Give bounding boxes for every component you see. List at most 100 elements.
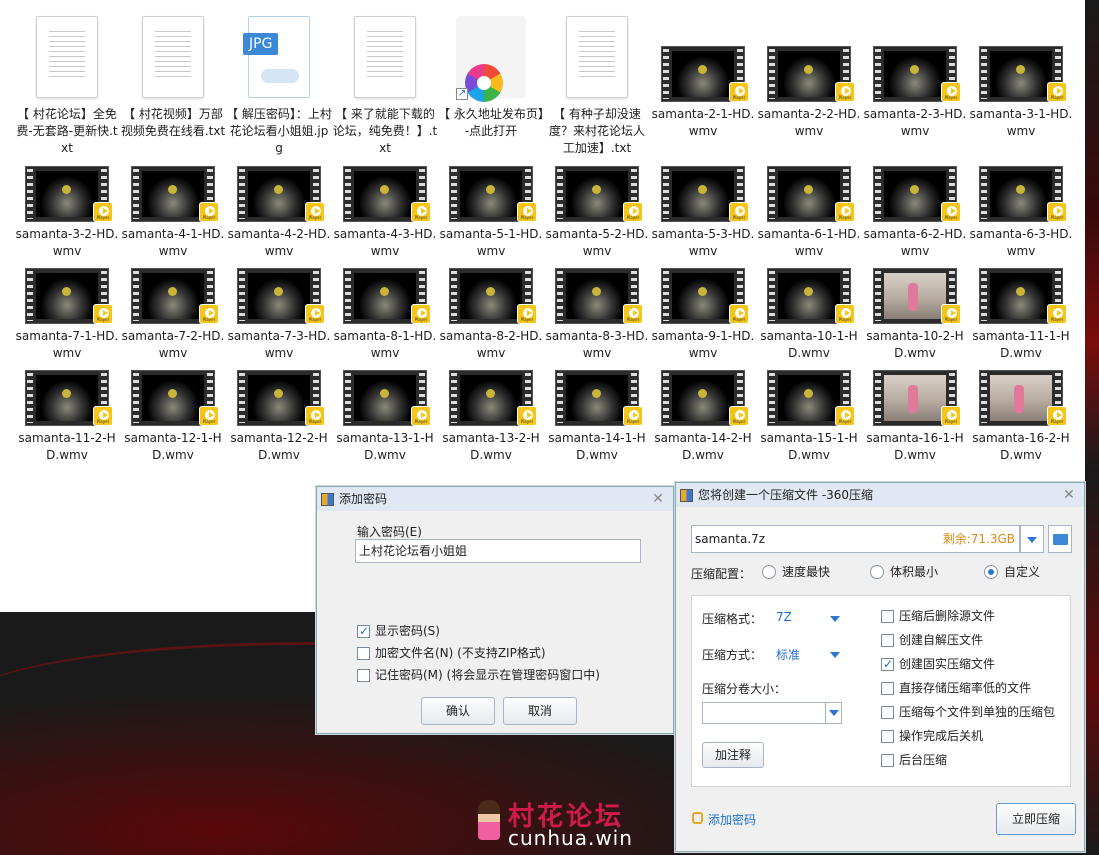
text-file-icon	[14, 16, 120, 102]
method-value: 标准	[776, 648, 801, 662]
video-file-item[interactable]: Player samanta-6-2-HD.wmv	[862, 166, 968, 260]
custom-radio[interactable]: 自定义	[984, 564, 1040, 580]
video-file-item[interactable]: Player samanta-4-3-HD.wmv	[332, 166, 438, 260]
video-file-item[interactable]: Player samanta-14-1-HD.wmv	[544, 370, 650, 464]
video-thumbnail: Player	[763, 370, 855, 426]
video-file-item[interactable]: Player samanta-4-2-HD.wmv	[226, 166, 332, 260]
video-file-item[interactable]: Player samanta-13-2-HD.wmv	[438, 370, 544, 464]
split-dropdown-button[interactable]	[825, 703, 841, 723]
video-file-item[interactable]: Player samanta-15-1-HD.wmv	[756, 370, 862, 464]
player-badge-label: Player	[202, 317, 216, 322]
video-thumbnail: Player	[21, 268, 113, 324]
compress-now-button[interactable]: 立即压缩	[996, 803, 1076, 835]
dialog-title: 您将创建一个压缩文件 -360压缩	[698, 488, 874, 502]
video-thumbnail: Player	[763, 268, 855, 324]
video-file-item[interactable]: Player samanta-4-1-HD.wmv	[120, 166, 226, 260]
video-file-item[interactable]: Player samanta-9-1-HD.wmv	[650, 268, 756, 362]
file-name: samanta-15-1-HD.wmv	[760, 431, 858, 462]
confirm-button[interactable]: 确认	[421, 697, 495, 725]
player-badge-label: Player	[202, 419, 216, 424]
archive-filename-input[interactable]: samanta.7z 剩余:71.3GB	[691, 525, 1020, 553]
video-file-item[interactable]: Player samanta-7-2-HD.wmv	[120, 268, 226, 362]
file-item[interactable]: ↗ 【 永久地址发布页】-点此打开	[438, 16, 544, 140]
video-file-item[interactable]: Player samanta-8-3-HD.wmv	[544, 268, 650, 362]
player-badge-icon: Player	[305, 406, 325, 426]
chevron-down-icon	[1027, 537, 1037, 543]
video-thumbnail: Player	[869, 166, 961, 222]
cancel-button[interactable]: 取消	[503, 697, 577, 725]
video-file-item[interactable]: Player samanta-3-2-HD.wmv	[14, 166, 120, 260]
file-item[interactable]: 【 来了就能下载的论坛，纯免费！】.txt	[332, 16, 438, 157]
video-file-item[interactable]: Player samanta-11-2-HD.wmv	[14, 370, 120, 464]
shortcut-arrow-icon: ↗	[456, 88, 468, 100]
video-file-item[interactable]: Player samanta-12-2-HD.wmv	[226, 370, 332, 464]
video-file-item[interactable]: Player samanta-5-2-HD.wmv	[544, 166, 650, 260]
checkbox-icon	[357, 669, 370, 682]
player-badge-label: Player	[944, 95, 958, 100]
video-file-item[interactable]: Player samanta-2-3-HD.wmv	[862, 46, 968, 140]
remember-password-checkbox[interactable]: 记住密码(M) (将会显示在管理密码窗口中)	[357, 667, 600, 683]
video-file-item[interactable]: Player samanta-8-2-HD.wmv	[438, 268, 544, 362]
close-icon[interactable]: ✕	[1060, 483, 1078, 507]
file-name: samanta-8-3-HD.wmv	[545, 329, 649, 360]
video-file-item[interactable]: Player samanta-16-1-HD.wmv	[862, 370, 968, 464]
video-file-item[interactable]: Player samanta-7-3-HD.wmv	[226, 268, 332, 362]
video-file-item[interactable]: Player samanta-14-2-HD.wmv	[650, 370, 756, 464]
show-password-checkbox[interactable]: 显示密码(S)	[357, 623, 440, 639]
video-thumbnail: Player	[339, 166, 431, 222]
video-frame	[248, 171, 310, 217]
format-select[interactable]: 7Z	[776, 610, 840, 624]
add-password-link[interactable]: 添加密码	[692, 811, 756, 828]
video-file-item[interactable]: Player samanta-2-2-HD.wmv	[756, 46, 862, 140]
file-name: 【 解压密码】：上村花论坛看小姐姐.jpg	[226, 107, 332, 155]
password-input[interactable]: 上村花论坛看小姐姐	[355, 539, 641, 563]
solid-archive-checkbox[interactable]: 创建固实压缩文件	[881, 656, 995, 672]
video-file-item[interactable]: Player samanta-11-1-HD.wmv	[968, 268, 1074, 362]
video-file-item[interactable]: Player samanta-5-1-HD.wmv	[438, 166, 544, 260]
video-file-item[interactable]: Player samanta-2-1-HD.wmv	[650, 46, 756, 140]
video-file-item[interactable]: Player samanta-5-3-HD.wmv	[650, 166, 756, 260]
file-name: samanta-4-2-HD.wmv	[227, 227, 331, 258]
player-badge-label: Player	[838, 419, 852, 424]
player-badge-icon: Player	[199, 304, 219, 324]
browse-folder-button[interactable]	[1048, 525, 1072, 553]
filename-dropdown-button[interactable]	[1020, 525, 1044, 553]
video-file-item[interactable]: Player samanta-8-1-HD.wmv	[332, 268, 438, 362]
file-item[interactable]: 【 村花视频】万部视频免费在线看.txt	[120, 16, 226, 140]
video-file-item[interactable]: Player samanta-6-1-HD.wmv	[756, 166, 862, 260]
video-thumbnail: Player	[127, 370, 219, 426]
video-file-item[interactable]: Player samanta-6-3-HD.wmv	[968, 166, 1074, 260]
self-extract-checkbox[interactable]: 创建自解压文件	[881, 632, 983, 648]
smallest-radio[interactable]: 体积最小	[870, 564, 938, 580]
encrypt-filenames-checkbox[interactable]: 加密文件名(N) (不支持ZIP格式)	[357, 645, 546, 661]
video-frame	[990, 375, 1052, 421]
separate-archives-checkbox[interactable]: 压缩每个文件到单独的压缩包	[881, 704, 1055, 720]
player-badge-icon: Player	[93, 202, 113, 222]
add-comment-button[interactable]: 加注释	[702, 742, 764, 768]
file-item[interactable]: 【 有种子却没速度？来村花论坛人工加速】.txt	[544, 16, 650, 157]
file-item[interactable]: 【 村花论坛】全免费-无套路-更新快.txt	[14, 16, 120, 157]
video-frame	[248, 375, 310, 421]
video-file-item[interactable]: Player samanta-3-1-HD.wmv	[968, 46, 1074, 140]
video-file-item[interactable]: Player samanta-16-2-HD.wmv	[968, 370, 1074, 464]
player-badge-label: Player	[626, 215, 640, 220]
player-badge-label: Player	[414, 317, 428, 322]
file-name: samanta-6-2-HD.wmv	[863, 227, 967, 258]
store-low-ratio-checkbox[interactable]: 直接存储压缩率低的文件	[881, 680, 1031, 696]
file-item[interactable]: JPG 【 解压密码】：上村花论坛看小姐姐.jpg	[226, 16, 332, 157]
delete-source-checkbox[interactable]: 压缩后删除源文件	[881, 608, 995, 624]
video-file-item[interactable]: Player samanta-10-2-HD.wmv	[862, 268, 968, 362]
fastest-radio[interactable]: 速度最快	[762, 564, 830, 580]
video-file-item[interactable]: Player samanta-12-1-HD.wmv	[120, 370, 226, 464]
method-select[interactable]: 标准	[776, 646, 840, 663]
video-file-item[interactable]: Player samanta-13-1-HD.wmv	[332, 370, 438, 464]
player-badge-label: Player	[96, 419, 110, 424]
video-file-item[interactable]: Player samanta-7-1-HD.wmv	[14, 268, 120, 362]
player-badge-icon: Player	[93, 304, 113, 324]
split-size-select[interactable]	[702, 702, 842, 724]
video-file-item[interactable]: Player samanta-10-1-HD.wmv	[756, 268, 862, 362]
background-compress-checkbox[interactable]: 后台压缩	[881, 752, 947, 768]
video-thumbnail: Player	[551, 166, 643, 222]
shutdown-checkbox[interactable]: 操作完成后关机	[881, 728, 983, 744]
close-icon[interactable]: ✕	[649, 487, 667, 511]
